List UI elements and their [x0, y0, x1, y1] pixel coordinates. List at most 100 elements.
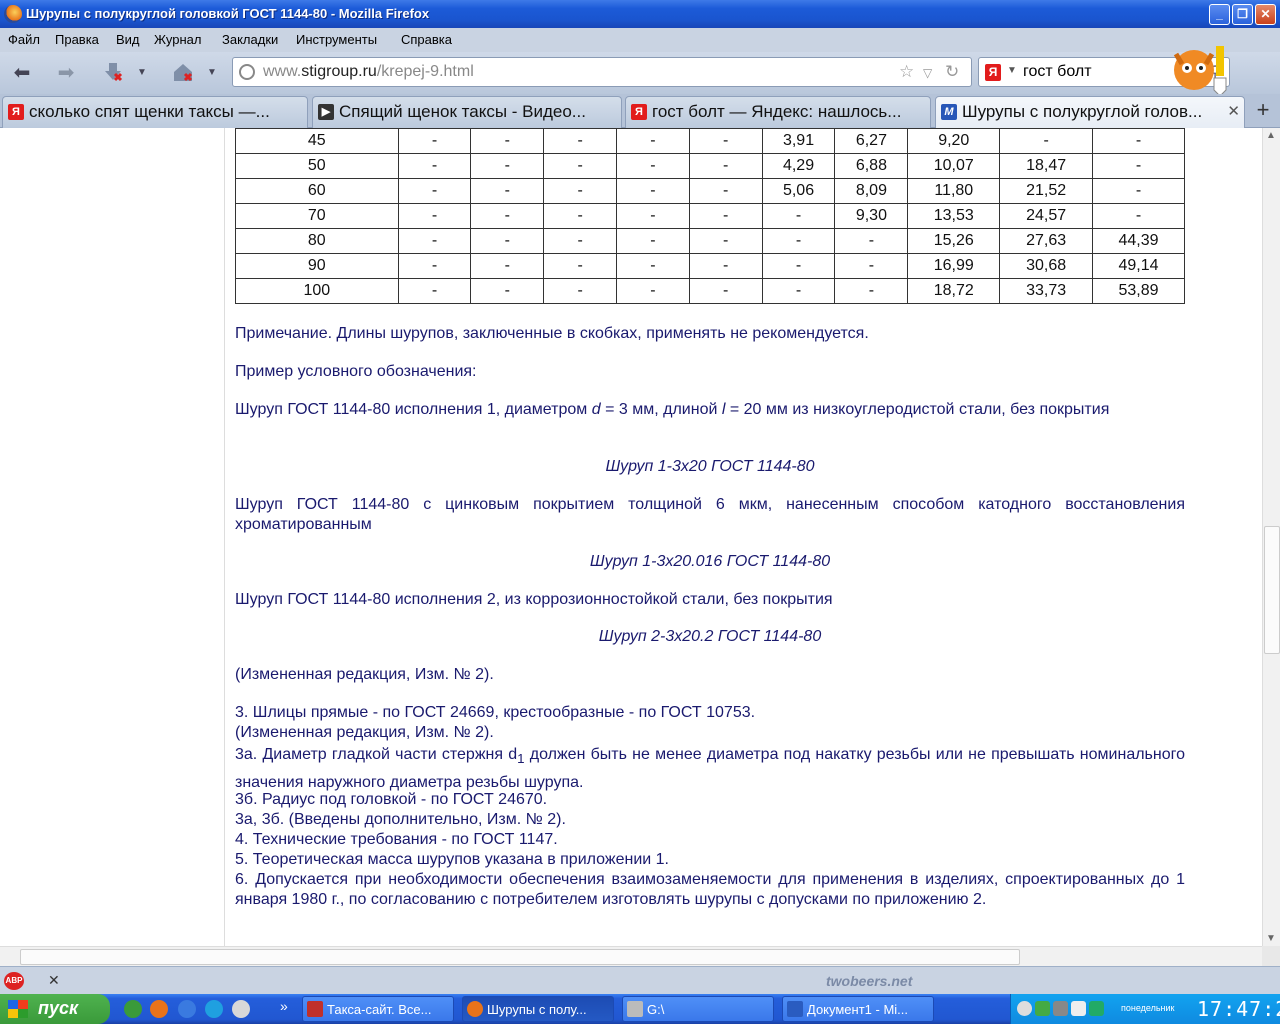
taskbar-item-3[interactable]: G:\ — [622, 996, 774, 1022]
clock[interactable]: 17:47:28 — [1197, 997, 1280, 1021]
table-cell: - — [543, 228, 617, 254]
chevron-down-icon[interactable]: ▼ — [134, 60, 150, 86]
tab-3[interactable]: Я гост болт — Яндекс: нашлось... — [625, 96, 931, 128]
close-tab-icon[interactable]: ✕ — [1227, 102, 1240, 120]
menu-history[interactable]: Журнал — [154, 32, 201, 47]
tab-label: Спящий щенок таксы - Видео... — [339, 102, 586, 121]
table-cell: 21,52 — [999, 178, 1094, 204]
tab-2[interactable]: ▶ Спящий щенок таксы - Видео... — [312, 96, 622, 128]
adblock-icon[interactable]: ABP — [4, 972, 24, 990]
back-button[interactable]: ⬅ — [8, 60, 36, 86]
chevron-down-icon[interactable]: ▼ — [204, 60, 220, 86]
length-cell: 45 — [235, 128, 399, 154]
table-cell: - — [688, 253, 763, 279]
chevron-down-icon[interactable]: ▼ — [1007, 65, 1017, 76]
close-button[interactable]: ✕ — [1255, 4, 1276, 25]
tab-1[interactable]: Я сколько спят щенки таксы —... — [2, 96, 308, 128]
search-input[interactable]: гост болт — [1023, 63, 1092, 81]
table-cell: 16,99 — [907, 253, 1001, 279]
bookmark-star-icon[interactable]: ☆ — [899, 62, 914, 82]
table-cell: - — [688, 128, 763, 154]
example-2-code: Шуруп 1-3х20.016 ГОСТ 1144-80 — [589, 553, 831, 570]
menu-view[interactable]: Вид — [116, 32, 140, 47]
yandex-icon[interactable]: Я — [985, 64, 1001, 81]
table-cell: - — [616, 178, 690, 204]
menu-edit[interactable]: Правка — [55, 32, 99, 47]
globe-icon — [239, 64, 255, 80]
firefox-icon[interactable] — [150, 1000, 168, 1018]
table-cell: - — [688, 203, 763, 229]
media-player-icon[interactable] — [232, 1000, 250, 1018]
scrollbar-thumb[interactable] — [1264, 526, 1280, 654]
table-cell: 9,30 — [834, 203, 909, 229]
skype-icon[interactable] — [205, 1000, 223, 1018]
table-cell: 6,27 — [834, 128, 909, 154]
vertical-scrollbar[interactable]: ▲ ▼ — [1262, 128, 1280, 946]
table-cell: 24,57 — [999, 203, 1094, 229]
taskbar-item-1[interactable]: Такса-сайт. Все... — [302, 996, 454, 1022]
network-icon[interactable] — [1035, 1001, 1050, 1016]
item-3a: 3а. Диаметр гладкой части стержня d1 дол… — [235, 746, 1186, 792]
example-1-text: Шуруп ГОСТ 1144-80 исполнения 1, диаметр… — [235, 401, 1110, 418]
menu-file[interactable]: Файл — [8, 32, 40, 47]
table-cell: - — [1092, 203, 1185, 229]
home-icon[interactable] — [168, 60, 198, 86]
table-cell: - — [999, 128, 1094, 154]
tray-collapse-icon[interactable] — [1017, 1001, 1032, 1016]
taskbar-item-4[interactable]: Документ1 - Mi... — [782, 996, 934, 1022]
table-cell: - — [761, 253, 836, 279]
security-icon[interactable] — [1089, 1001, 1104, 1016]
tab-4-active[interactable]: M Шурупы с полукруглой голов... ✕ — [935, 96, 1245, 128]
menu-bar: Файл Правка Вид Журнал Закладки Инструме… — [0, 28, 1280, 52]
item-6: 6. Допускается при необходимости обеспеч… — [235, 871, 1185, 908]
example-heading: Пример условного обозначения: — [235, 363, 477, 380]
ie-icon[interactable] — [178, 1000, 196, 1018]
tray-app-icon[interactable] — [1053, 1001, 1068, 1016]
table-cell: 4,29 — [761, 153, 836, 179]
page-viewport: 45- - - - -3,91 6,27 9,20- -50- - - - -4,29 6,88 10,0… — [0, 128, 1262, 946]
addon-bar: ABP ✕ twobeers.net — [0, 966, 1280, 994]
address-bar[interactable]: www.stigroup.ru/krepej-9.html ☆ ▽ ↻ — [232, 57, 972, 87]
reload-icon[interactable]: ↻ — [945, 62, 959, 82]
system-tray: понедельник 17:47:28 — [1010, 994, 1280, 1024]
twobeers-brand: twobeers.net — [826, 973, 913, 989]
quicklaunch-icon[interactable] — [124, 1000, 142, 1018]
table-row: 100- - - - - - -18,72 33,73 53,89 — [235, 278, 1185, 304]
more-icon[interactable]: » — [280, 998, 288, 1014]
start-label: пуск — [38, 998, 79, 1018]
chevron-down-icon[interactable]: ▽ — [923, 66, 932, 80]
forward-button[interactable]: ➡ — [52, 60, 80, 86]
table-cell: - — [1092, 153, 1185, 179]
horizontal-scrollbar[interactable] — [0, 946, 1262, 966]
scroll-down-icon[interactable]: ▼ — [1266, 933, 1276, 944]
minimize-button[interactable]: _ — [1209, 4, 1230, 25]
table-cell: - — [543, 278, 617, 304]
table-cell: - — [543, 178, 617, 204]
close-addon-bar-icon[interactable]: ✕ — [48, 972, 60, 989]
scroll-up-icon[interactable]: ▲ — [1266, 130, 1276, 141]
menu-help[interactable]: Справка — [401, 32, 452, 47]
table-cell: - — [470, 203, 545, 229]
restore-button[interactable]: ❐ — [1232, 4, 1253, 25]
scrollbar-thumb[interactable] — [20, 949, 1020, 965]
length-cell: 90 — [235, 253, 399, 279]
tab-label: гост болт — Яндекс: нашлось... — [652, 102, 902, 121]
drive-icon — [627, 1001, 643, 1017]
new-tab-button[interactable]: + — [1250, 96, 1276, 126]
yandex-icon: Я — [631, 104, 647, 120]
menu-tools[interactable]: Инструменты — [296, 32, 377, 47]
tab-label: Шурупы с полукруглой голов... — [962, 102, 1203, 121]
menu-bookmarks[interactable]: Закладки — [222, 32, 278, 47]
title-bar: Шурупы с полукруглой головкой ГОСТ 1144-… — [0, 0, 1280, 28]
table-row: 60- - - - -5,06 8,09 11,80 21,52- — [235, 178, 1185, 204]
table-cell: 44,39 — [1092, 228, 1185, 254]
url-text[interactable]: www.stigroup.ru/krepej-9.html — [263, 63, 474, 81]
start-button[interactable]: пуск — [0, 994, 110, 1024]
table-cell: - — [1092, 128, 1185, 154]
taskbar-item-2-active[interactable]: Шурупы с полу... — [462, 996, 614, 1022]
table-cell: 3,91 — [761, 128, 836, 154]
pdf-icon — [307, 1001, 323, 1017]
volume-icon[interactable] — [1071, 1001, 1086, 1016]
example-3-text: Шуруп ГОСТ 1144-80 исполнения 2, из корр… — [235, 591, 833, 608]
download-icon[interactable] — [98, 60, 128, 86]
